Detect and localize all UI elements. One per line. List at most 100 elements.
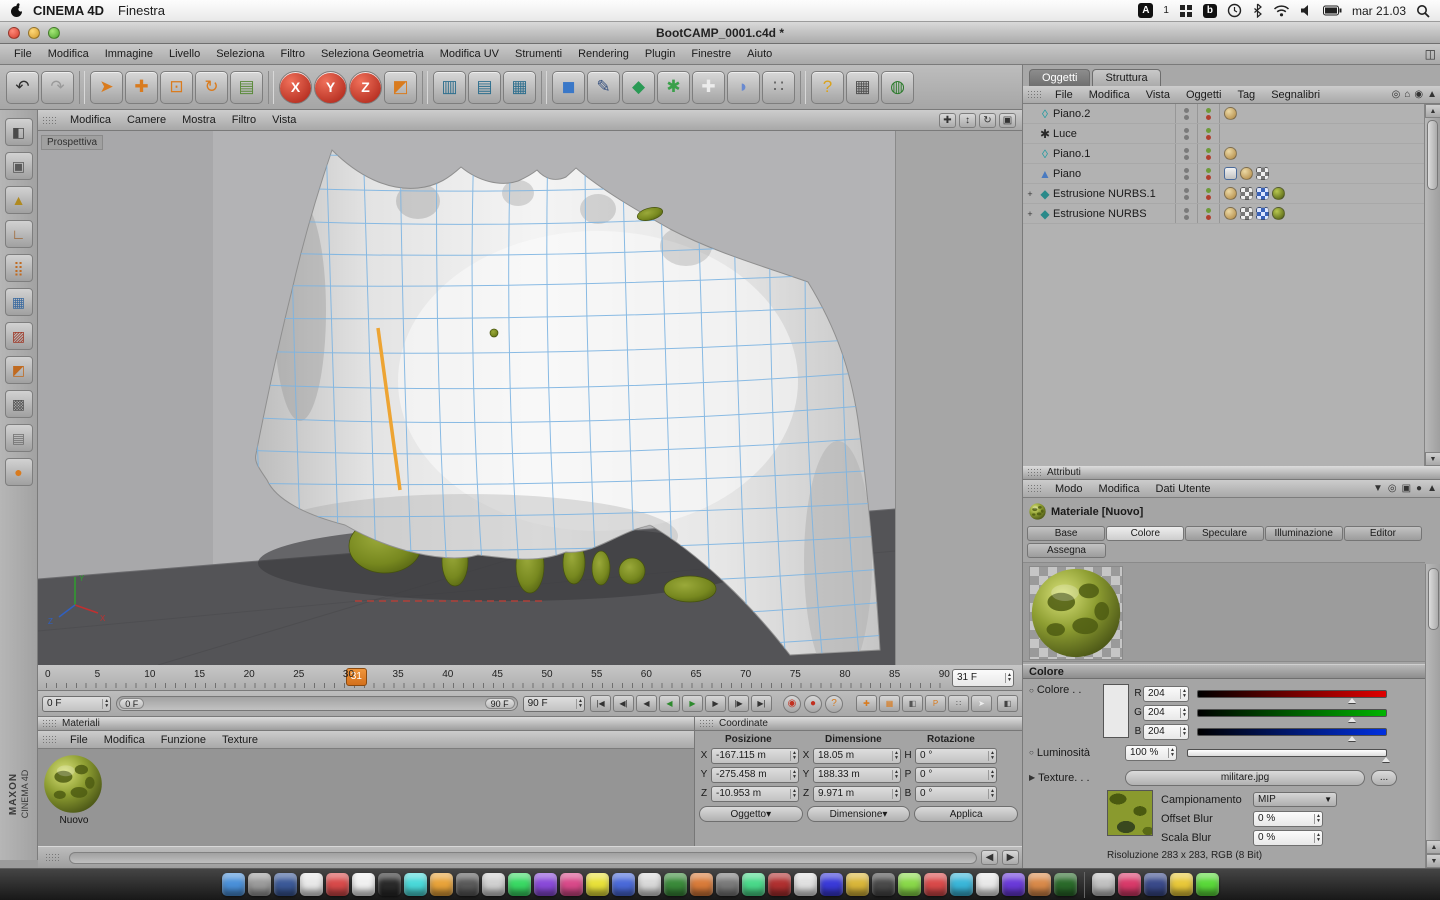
material-tag[interactable] (1272, 187, 1285, 200)
user-icon[interactable]: ● (1416, 483, 1422, 494)
tab-illuminazione[interactable]: Illuminazione (1264, 526, 1343, 541)
dock-app-24[interactable] (819, 873, 843, 896)
visibility-dots[interactable] (1175, 204, 1197, 223)
object-name[interactable]: Estrusione NURBS (1053, 208, 1175, 220)
panel-grip[interactable] (1027, 484, 1043, 493)
attributes-scrollbar[interactable]: ▲ ▼ (1425, 564, 1440, 868)
record-keyframe-button[interactable]: ◉ (783, 694, 801, 713)
om-menu-file[interactable]: File (1047, 89, 1081, 101)
phong-tag[interactable] (1224, 207, 1237, 220)
phong-tag[interactable] (1240, 167, 1253, 180)
render-dot[interactable] (1206, 174, 1211, 180)
scrollbar-thumb[interactable] (1428, 568, 1439, 630)
apple-menu[interactable] (10, 3, 23, 18)
viewport-menu-mostra[interactable]: Mostra (174, 114, 224, 126)
materials-header[interactable]: Materiali (38, 717, 694, 731)
workplane-snap-icon[interactable]: ◧ (902, 695, 923, 712)
channel-field-r[interactable]: 204 ▲ ▼ (1143, 685, 1189, 702)
menubar-item-finestra[interactable]: Finestra (118, 3, 165, 18)
scroll-up-arrow[interactable]: ▲ (1425, 104, 1440, 118)
timeline-tick-50[interactable]: 50 (542, 669, 553, 680)
stepper[interactable]: ▲ ▼ (1180, 688, 1187, 699)
render-settings-icon[interactable]: ▦ (503, 70, 536, 104)
viewport-menu-vista[interactable]: Vista (264, 114, 304, 126)
rotate-view-icon[interactable]: ↻ (979, 112, 996, 128)
texture-browse-button[interactable]: ... (1371, 769, 1397, 786)
material-name[interactable]: Nuovo (43, 815, 105, 826)
spotlight-icon[interactable] (1416, 4, 1430, 18)
coord-field-y-1[interactable]: 188.33 m ▲ ▼ (813, 766, 901, 783)
slider-marker[interactable] (1348, 716, 1357, 722)
scroll-down-arrow[interactable]: ▼ (1425, 452, 1440, 466)
material-item[interactable]: Nuovo (43, 754, 105, 826)
filter-icon[interactable]: ▼ (1373, 483, 1383, 494)
goto-end-button[interactable]: ▶| (751, 695, 772, 712)
appmenu-finestre[interactable]: Finestre (683, 48, 739, 60)
frame-stepper[interactable]: ▲ ▼ (1005, 672, 1012, 683)
snap-settings-icon[interactable]: ● (4, 458, 33, 486)
bluetooth-icon[interactable] (1252, 3, 1263, 18)
visibility-dot[interactable] (1184, 147, 1189, 153)
dock-app-31[interactable] (1001, 873, 1025, 896)
materials-list[interactable]: Nuovo (38, 749, 694, 846)
range-start-stepper[interactable]: ▲ ▼ (102, 698, 109, 709)
dock-app-5[interactable] (325, 873, 349, 896)
coord-field-y-1[interactable]: -275.458 m ▲ ▼ (711, 766, 799, 783)
appmenu-livello[interactable]: Livello (161, 48, 208, 60)
luminosita-slider[interactable] (1187, 748, 1391, 762)
material-tag[interactable] (1272, 207, 1285, 220)
time-machine-icon[interactable] (1227, 3, 1242, 18)
visibility-dot[interactable] (1184, 167, 1189, 173)
search-icon[interactable]: ◎ (1392, 89, 1401, 100)
range-start-field[interactable]: 0 F ▲ ▼ (42, 695, 112, 712)
pan-view-icon[interactable]: ✚ (939, 112, 956, 128)
dock-app-36[interactable] (1143, 873, 1167, 896)
dimensione-button[interactable]: Dimensione ▾ (806, 806, 911, 822)
panel-grip[interactable] (45, 853, 61, 862)
live-selection-icon[interactable]: ➤ (90, 70, 123, 104)
redo-icon[interactable]: ↷ (41, 70, 74, 104)
timeline-tick-75[interactable]: 75 (790, 669, 801, 680)
visibility-dot[interactable] (1184, 174, 1189, 180)
render-dots[interactable] (1197, 124, 1219, 143)
materials-menu-modifica[interactable]: Modifica (96, 734, 153, 746)
slider-marker[interactable] (1382, 756, 1391, 762)
stepper[interactable]: ▲ ▼ (892, 788, 899, 799)
coord-field-x-0[interactable]: -167.115 m ▲ ▼ (711, 747, 799, 764)
toggle-view-icon[interactable]: ▣ (999, 112, 1016, 128)
appmenu-immagine[interactable]: Immagine (97, 48, 161, 60)
timeline-tick-0[interactable]: 0 (45, 669, 51, 680)
render-dot[interactable] (1206, 154, 1211, 160)
coord-field-z-2[interactable]: -10.953 m ▲ ▼ (711, 785, 799, 802)
timeline-tick-80[interactable]: 80 (839, 669, 850, 680)
oggetto-button[interactable]: Oggetto ▾ (699, 806, 803, 822)
luminosita-field[interactable]: 100 % ▲ ▼ (1125, 744, 1177, 761)
render-dot[interactable] (1206, 114, 1211, 120)
dock-app-6[interactable] (351, 873, 375, 896)
dock-app-18[interactable] (663, 873, 687, 896)
visibility-dots[interactable] (1175, 104, 1197, 123)
appmenu-modifica-uv[interactable]: Modifica UV (432, 48, 507, 60)
timeline-tick-70[interactable]: 70 (740, 669, 751, 680)
active-app-name[interactable]: CINEMA 4D (33, 3, 104, 18)
next-key-button[interactable]: |▶ (728, 695, 749, 712)
dock-app-12[interactable] (507, 873, 531, 896)
object-name[interactable]: Piano.1 (1053, 148, 1175, 160)
visibility-dot[interactable] (1184, 187, 1189, 193)
expand-icon[interactable]: + (1023, 189, 1037, 199)
materials-menu-funzione[interactable]: Funzione (153, 734, 214, 746)
goto-start-button[interactable]: |◀ (590, 695, 611, 712)
render-dot[interactable] (1206, 187, 1211, 193)
coord-field-x-0[interactable]: 18.05 m ▲ ▼ (813, 747, 901, 764)
panel-grip[interactable] (42, 735, 58, 744)
timeline-tick-60[interactable]: 60 (641, 669, 652, 680)
dock-app-38[interactable] (1195, 873, 1219, 896)
workplane-mode-icon[interactable]: ∟ (4, 220, 33, 248)
scala-blur-stepper[interactable]: ▲ ▼ (1314, 832, 1321, 843)
viewport-camera-label[interactable]: Prospettiva (41, 135, 104, 150)
appmenu-modifica[interactable]: Modifica (40, 48, 97, 60)
timeline-tick-45[interactable]: 45 (492, 669, 503, 680)
coord-field-z-2[interactable]: 9.971 m ▲ ▼ (813, 785, 901, 802)
lock-z-button[interactable]: Z (349, 70, 382, 104)
appmenu-plugin[interactable]: Plugin (637, 48, 684, 60)
